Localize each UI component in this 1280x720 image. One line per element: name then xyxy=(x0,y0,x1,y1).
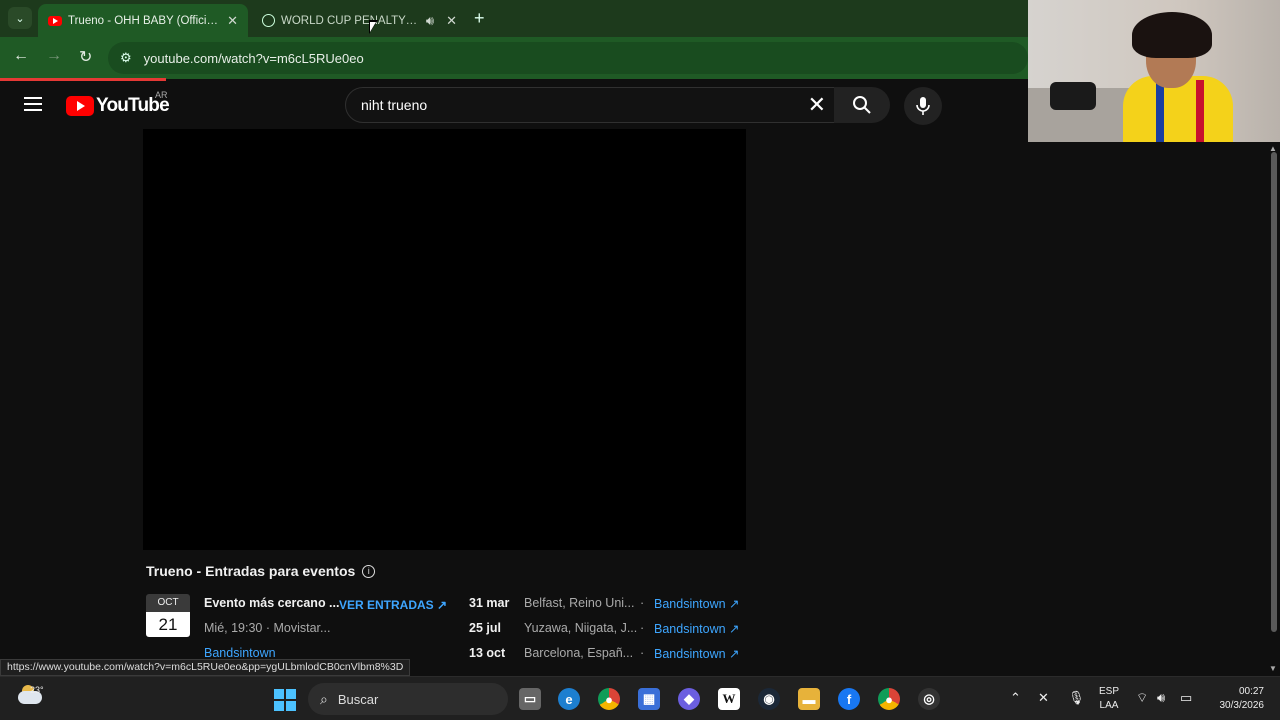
microphone-icon[interactable]: 🎙︎ xyxy=(1068,690,1085,706)
event-location: Belfast, Reino Uni... xyxy=(524,596,635,610)
tab-youtube[interactable]: Trueno - OHH BABY (Official Vi ✕ xyxy=(38,4,248,37)
search-input[interactable]: niht trueno ✕ xyxy=(345,87,835,123)
reload-button[interactable]: ↻ xyxy=(79,47,92,67)
tab-search-button[interactable]: ⌄ xyxy=(8,7,32,29)
copilot-icon[interactable]: ◆ xyxy=(678,688,700,710)
featured-event-provider[interactable]: Bandsintown xyxy=(204,646,276,660)
event-date: 13 oct xyxy=(469,646,506,660)
taskbar-search-box[interactable]: ⌕ Buscar xyxy=(308,683,508,715)
show-hidden-icons-icon[interactable]: ⌃ xyxy=(1010,690,1021,706)
url-text: youtube.com/watch?v=m6cL5RUe0eo xyxy=(143,50,364,66)
search-icon xyxy=(853,96,871,114)
video-player[interactable] xyxy=(143,129,746,550)
notification-muted-icon[interactable]: ✕ xyxy=(1038,690,1049,706)
volume-icon[interactable]: 🔊︎ xyxy=(1157,690,1165,706)
task-view-icon[interactable]: ▭ xyxy=(519,688,541,710)
tab-title: Trueno - OHH BABY (Official Vi xyxy=(68,14,222,27)
tab-title: WORLD CUP PENALTY jueg xyxy=(281,14,420,27)
country-code: AR xyxy=(155,90,168,100)
temperature: 23° xyxy=(30,685,44,695)
link-status-bubble: https://www.youtube.com/watch?v=m6cL5RUe… xyxy=(0,659,411,676)
edge-icon[interactable]: e xyxy=(558,688,580,710)
new-tab-button[interactable]: + xyxy=(474,8,485,29)
battery-icon[interactable]: ▭ xyxy=(1180,690,1192,706)
youtube-play-icon xyxy=(66,96,94,116)
address-bar[interactable]: ⚙︎ youtube.com/watch?v=m6cL5RUe0eo xyxy=(108,42,1028,74)
word-icon[interactable]: W xyxy=(718,688,740,710)
store-icon[interactable]: ▦ xyxy=(638,688,660,710)
scroll-down-arrow-icon[interactable]: ▼ xyxy=(1269,664,1277,673)
separator-dot: · xyxy=(640,596,645,610)
forward-button[interactable]: → xyxy=(46,47,62,65)
buy-tickets-link[interactable]: VER ENTRADAS ↗ xyxy=(339,598,447,612)
facebook-icon[interactable]: f xyxy=(838,688,860,710)
site-favicon-icon xyxy=(262,14,275,27)
event-date: 25 jul xyxy=(469,621,501,635)
site-info-icon[interactable]: ⚙︎ xyxy=(120,50,132,66)
clear-search-icon[interactable]: ✕ xyxy=(808,92,826,118)
featured-event-details: Mié, 19:30 · Movistar... xyxy=(204,621,331,635)
microphone-icon xyxy=(916,97,930,115)
system-clock[interactable]: 00:27 30/3/2026 xyxy=(1208,685,1265,713)
separator-dot: · xyxy=(640,646,645,660)
wifi-icon[interactable]: ⌔ xyxy=(1136,690,1148,706)
mouse-cursor-icon xyxy=(369,20,378,34)
youtube-favicon-icon xyxy=(48,15,62,26)
search-icon: ⌕ xyxy=(320,690,328,707)
separator-dot: · xyxy=(640,621,645,635)
obs-icon[interactable]: ◎ xyxy=(918,688,940,710)
steam-icon[interactable]: ◉ xyxy=(758,688,780,710)
event-date-badge: OCT 21 xyxy=(146,594,190,637)
close-tab-icon[interactable]: ✕ xyxy=(227,13,238,29)
start-button-icon[interactable] xyxy=(274,689,296,711)
close-tab-icon[interactable]: ✕ xyxy=(446,13,457,29)
event-provider-link[interactable]: Bandsintown ↗ xyxy=(654,596,740,611)
tab-world-cup-penalty[interactable]: WORLD CUP PENALTY jueg 🔊︎ ✕ xyxy=(252,4,467,37)
event-date: 31 mar xyxy=(469,596,510,610)
input-language[interactable]: ESP LAA xyxy=(1099,685,1119,713)
speaker-icon[interactable]: 🔊︎ xyxy=(426,13,434,29)
chrome-active-icon[interactable]: ● xyxy=(878,688,900,710)
windows-taskbar: 23° ⌕ Buscar ▭ e ● ▦ ◆ W ◉ ▬ f ● ◎ ⌃ ✕ 🎙… xyxy=(0,676,1280,720)
search-button[interactable] xyxy=(834,87,890,123)
webcam-overlay xyxy=(1028,0,1280,142)
event-location: Barcelona, Españ... xyxy=(524,646,634,660)
event-provider-link[interactable]: Bandsintown ↗ xyxy=(654,621,740,636)
chrome-icon[interactable]: ● xyxy=(598,688,620,710)
scrollbar-thumb[interactable] xyxy=(1271,152,1277,632)
info-icon[interactable]: i xyxy=(362,564,376,578)
search-query: niht trueno xyxy=(361,97,428,113)
events-heading: Trueno - Entradas para eventos i xyxy=(146,563,376,579)
back-button[interactable]: ← xyxy=(13,47,29,65)
event-location: Yuzawa, Niigata, J... xyxy=(524,621,638,635)
hamburger-menu-icon[interactable] xyxy=(24,97,42,111)
file-explorer-icon[interactable]: ▬ xyxy=(798,688,820,710)
event-provider-link[interactable]: Bandsintown ↗ xyxy=(654,646,740,661)
voice-search-button[interactable] xyxy=(904,87,942,125)
featured-event-name[interactable]: Evento más cercano ... xyxy=(204,596,339,610)
youtube-logo[interactable]: YouTube xyxy=(66,95,170,117)
